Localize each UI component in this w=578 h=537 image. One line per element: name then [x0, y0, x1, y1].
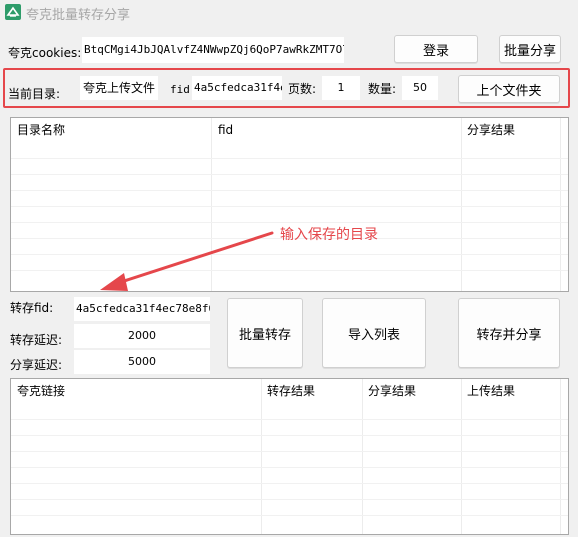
dir-fid-field[interactable]: 4a5cfedca31f4e	[192, 76, 282, 100]
batch-save-button[interactable]: 批量转存	[227, 298, 303, 368]
window-title: 夸克批量转存分享	[26, 8, 131, 23]
page-label: 页数:	[288, 82, 317, 96]
title-bar: 夸克批量转存分享	[0, 0, 578, 26]
save-and-share-button[interactable]: 转存并分享	[458, 298, 560, 368]
cookies-input[interactable]: BtqCMgi4JbJQAlvfZ4NWwpZQj6QoP7awRkZMT7O7…	[82, 37, 344, 63]
batch-share-button[interactable]: 批量分享	[499, 35, 561, 63]
column-header-share-result[interactable]: 分享结果	[463, 118, 515, 142]
column-header-save-result[interactable]: 转存结果	[263, 379, 315, 403]
column-header-share-result[interactable]: 分享结果	[364, 379, 416, 403]
column-header-upload-result[interactable]: 上传结果	[463, 379, 515, 403]
current-dir-field[interactable]: 夸克上传文件	[80, 76, 158, 100]
current-dir-label: 当前目录:	[8, 87, 61, 101]
share-delay-label: 分享延迟:	[10, 358, 63, 372]
count-input[interactable]: 50	[402, 76, 438, 100]
share-delay-input[interactable]: 5000	[74, 350, 210, 374]
cookies-label: 夸克cookies:	[8, 46, 82, 60]
annotation-text: 输入保存的目录	[280, 227, 378, 243]
directory-table-header: 目录名称 fid 分享结果	[11, 118, 568, 142]
count-label: 数量:	[368, 82, 397, 96]
column-header-dir-name[interactable]: 目录名称	[13, 118, 65, 142]
parent-folder-button[interactable]: 上个文件夹	[458, 75, 560, 103]
column-header-quark-link[interactable]: 夸克链接	[13, 379, 65, 403]
import-list-button[interactable]: 导入列表	[322, 298, 426, 368]
page-input[interactable]: 1	[322, 76, 360, 100]
link-table-header: 夸克链接 转存结果 分享结果 上传结果	[11, 379, 568, 403]
column-header-fid[interactable]: fid	[214, 118, 233, 142]
directory-table[interactable]: 目录名称 fid 分享结果	[10, 117, 569, 292]
link-table[interactable]: 夸克链接 转存结果 分享结果 上传结果	[10, 378, 569, 535]
app-icon	[5, 4, 21, 20]
save-fid-label: 转存fid:	[10, 301, 54, 315]
save-fid-input[interactable]: 4a5cfedca31f4ec78e8f67	[74, 297, 210, 321]
save-delay-input[interactable]: 2000	[74, 324, 210, 348]
save-delay-label: 转存延迟:	[10, 333, 63, 347]
login-button[interactable]: 登录	[394, 35, 478, 63]
